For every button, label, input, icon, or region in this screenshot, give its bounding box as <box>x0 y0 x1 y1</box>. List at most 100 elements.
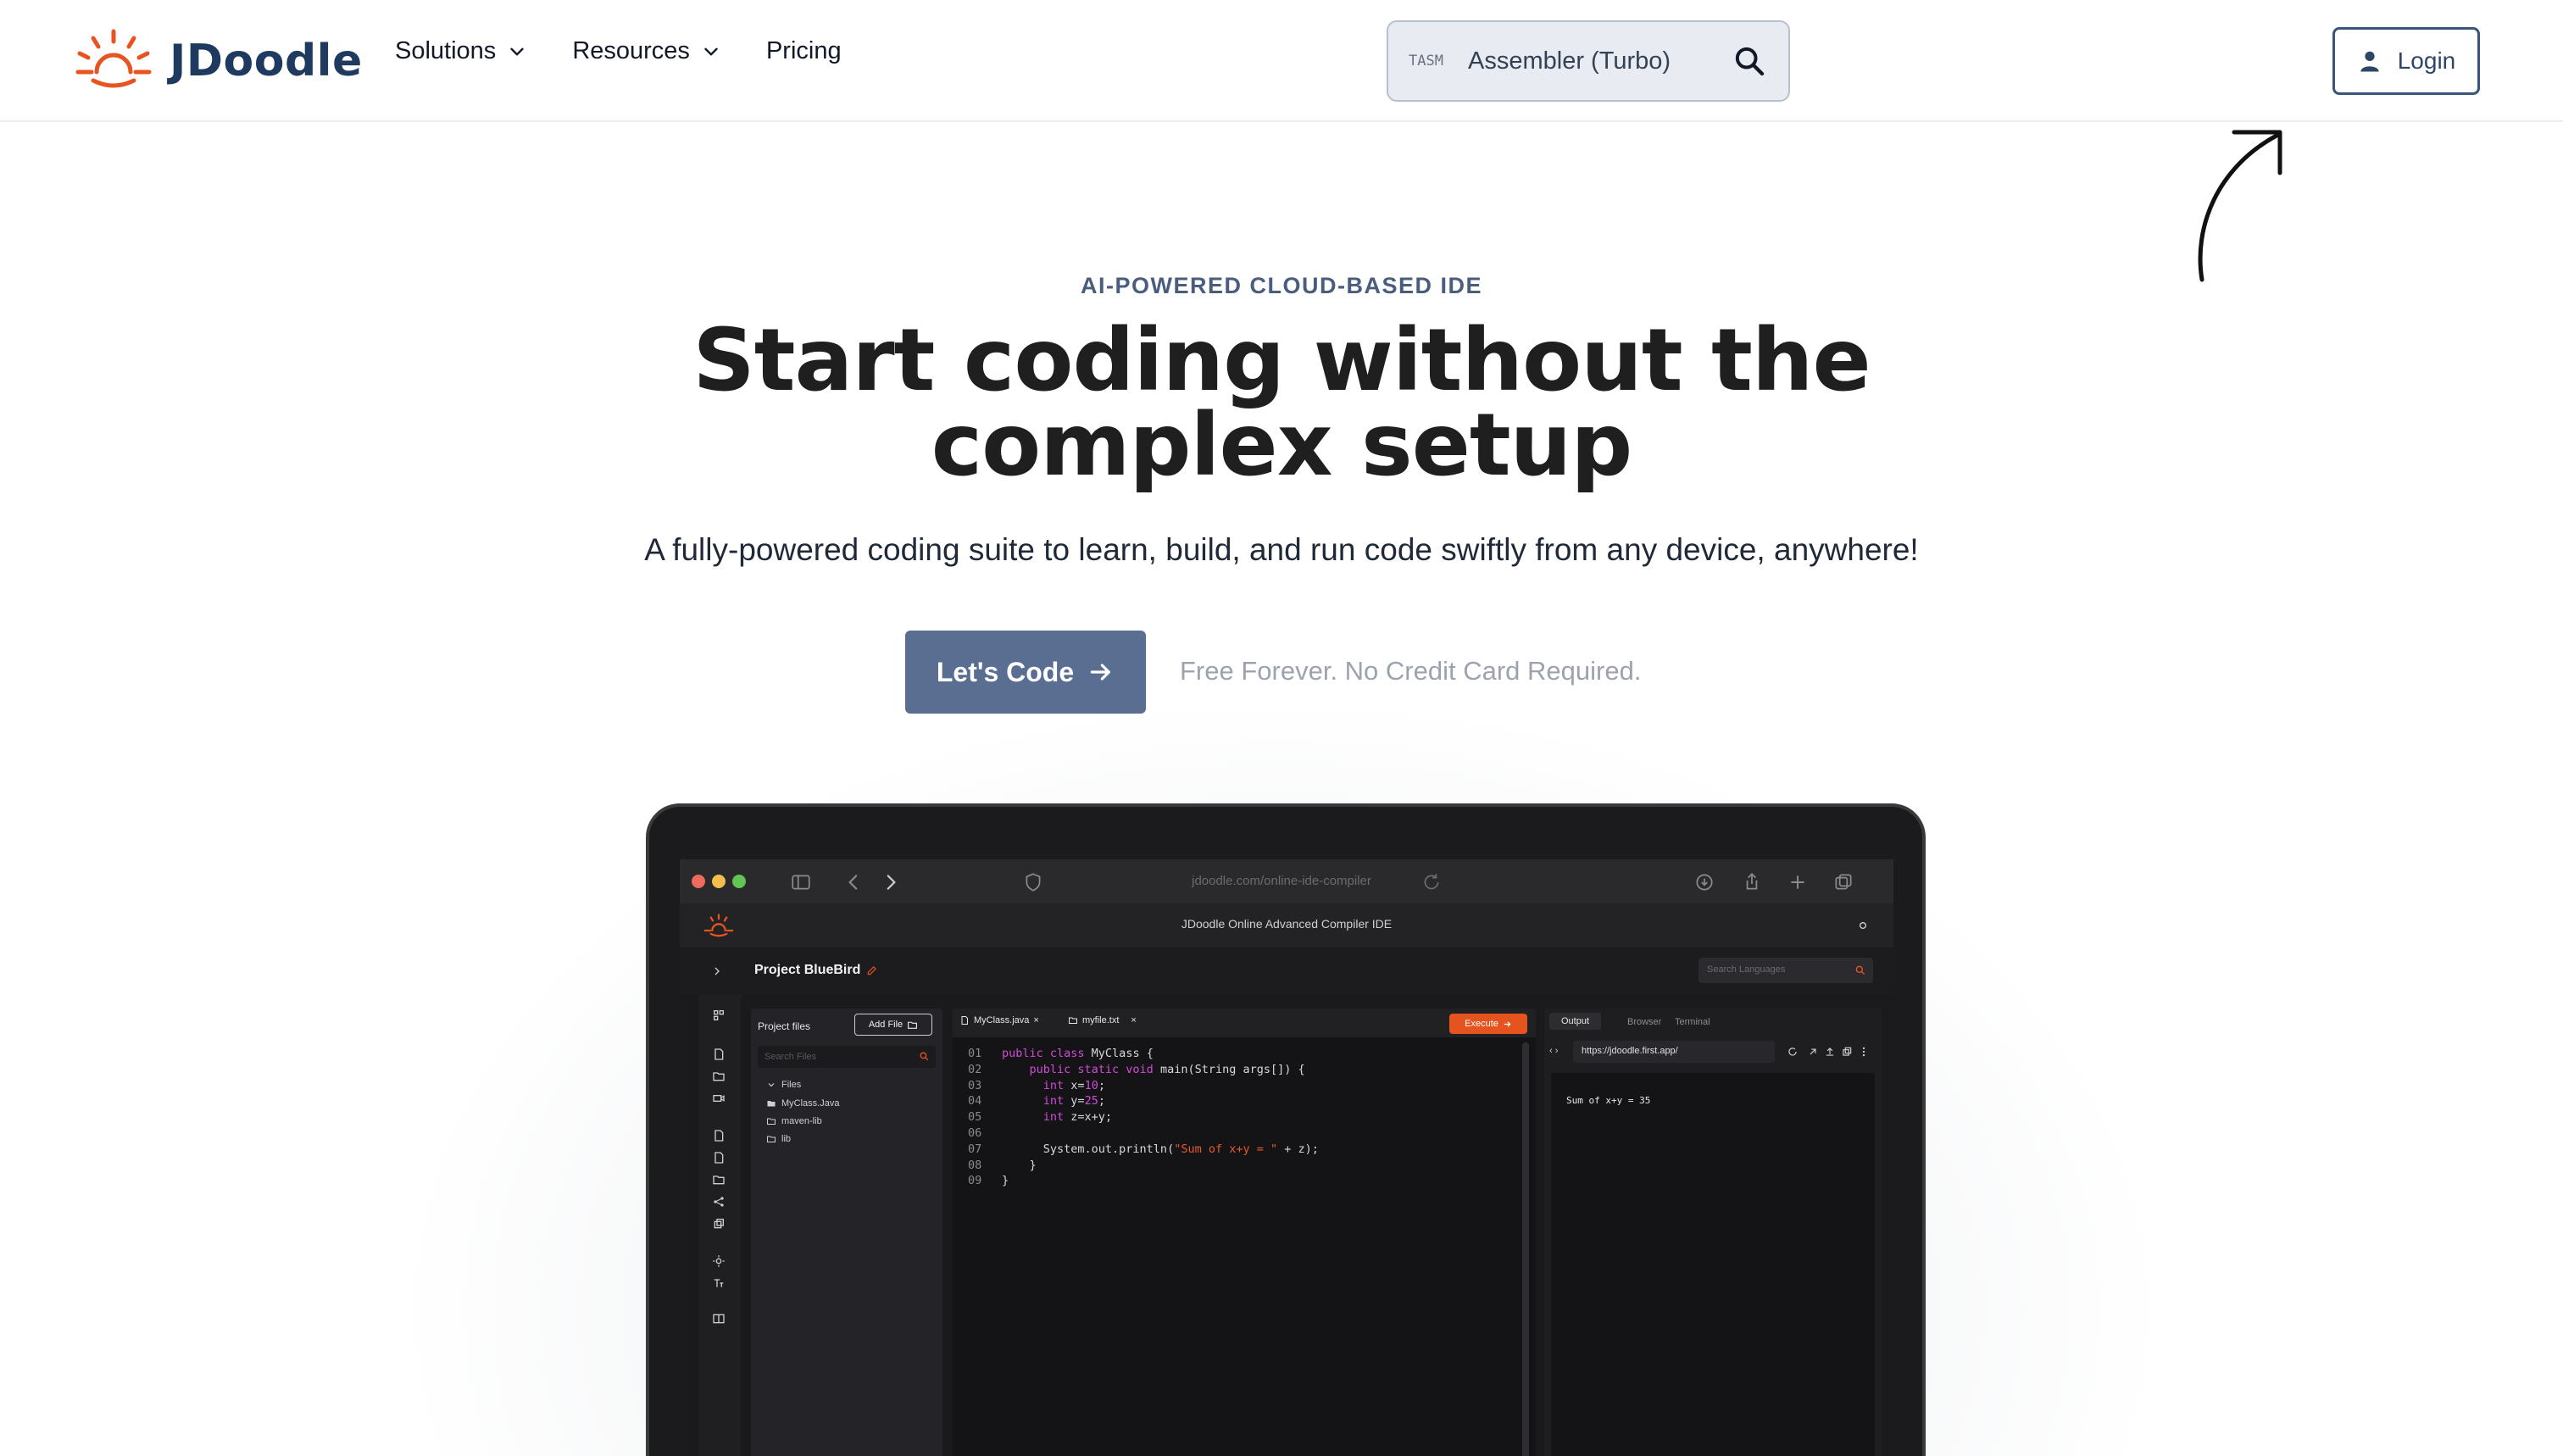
book-icon[interactable] <box>712 1312 726 1325</box>
duplicate-icon[interactable] <box>712 1217 726 1231</box>
edit-icon <box>867 966 876 975</box>
file-search-placeholder: Search Files <box>764 1052 817 1062</box>
nav-label: Solutions <box>395 37 497 64</box>
nav-label: Resources <box>572 37 690 64</box>
language-search-input[interactable]: TASM Assembler (Turbo) <box>1387 20 1790 102</box>
settings-icon <box>1860 922 1866 929</box>
file-icon[interactable] <box>712 1048 726 1061</box>
browser-toolbar: jdoodle.com/online-ide-compiler <box>680 859 1893 903</box>
cta-label: Let's Code <box>936 656 1075 687</box>
apps-icon[interactable] <box>712 1009 726 1022</box>
hand-drawn-arrow-icon <box>2198 130 2282 282</box>
laptop-screen: jdoodle.com/online-ide-compiler JDoodle … <box>680 859 1893 1456</box>
hero-eyebrow: AI-POWERED CLOUD-BASED IDE <box>1080 273 1482 298</box>
add-folder-icon <box>908 1021 918 1029</box>
search-icon <box>1855 965 1865 975</box>
tab-browser[interactable]: Browser <box>1627 1017 1661 1027</box>
back-icon[interactable]: ‹ › <box>1549 1046 1561 1058</box>
site-header: JDoodle Solutions Resources Pricing TASM… <box>0 0 2563 122</box>
login-button[interactable]: Login <box>2332 27 2480 95</box>
add-file-button[interactable]: Add File <box>854 1014 932 1036</box>
project-files-panel: Project files Add File Search Files File… <box>751 1009 942 1456</box>
ide-icon-rail <box>698 995 741 1456</box>
new-tab-icon <box>1791 875 1804 889</box>
cta-note: Free Forever. No Credit Card Required. <box>1180 656 1642 686</box>
open-folder-icon[interactable] <box>712 1173 726 1186</box>
execute-button[interactable]: Execute <box>1449 1014 1527 1034</box>
tab-output[interactable]: Output <box>1549 1013 1602 1030</box>
tab-label: myfile.txt <box>1082 1015 1120 1025</box>
nav-item-resources[interactable]: Resources <box>572 37 722 65</box>
brand-name: JDoodle <box>170 36 363 86</box>
jdoodle-logo[interactable]: JDoodle <box>73 25 363 97</box>
ide-language-search[interactable]: Search Languages <box>1698 958 1873 983</box>
nav-item-solutions[interactable]: Solutions <box>395 37 528 65</box>
folder-icon <box>767 1118 776 1125</box>
editor-scrollbar[interactable] <box>1522 1042 1529 1456</box>
document-icon[interactable] <box>712 1129 726 1142</box>
copy-file-icon[interactable] <box>712 1151 726 1164</box>
tab-label: MyClass.java <box>974 1015 1030 1025</box>
share-icon <box>1746 873 1758 890</box>
tab-myfile-txt[interactable]: myfile.txt × <box>1068 1015 1137 1025</box>
hero-headline: Start coding without the complex setup <box>0 310 2563 496</box>
laptop-mockup: jdoodle.com/online-ide-compiler JDoodle … <box>646 803 1926 1456</box>
language-search-placeholder: Search Languages <box>1707 964 1786 975</box>
tree-item-myclass[interactable]: MyClass.Java <box>766 1098 839 1109</box>
sunrise-logo-icon <box>75 29 152 88</box>
tree-label: Files <box>781 1080 802 1090</box>
tab-terminal[interactable]: Terminal <box>1675 1017 1710 1027</box>
tab-myclass-java[interactable]: MyClass.java × <box>959 1015 1039 1025</box>
minimize-dot-icon <box>712 875 726 888</box>
nav-item-pricing[interactable]: Pricing <box>766 37 842 65</box>
open-external-icon[interactable] <box>1807 1046 1819 1058</box>
search-value: Assembler (Turbo) <box>1468 47 1671 75</box>
arrow-right-icon <box>1090 664 1111 681</box>
output-url[interactable]: https://jdoodle.first.app/ <box>1573 1041 1775 1063</box>
headline-line-2: complex setup <box>931 395 1633 496</box>
share-nodes-icon[interactable] <box>712 1195 726 1209</box>
nav-label: Pricing <box>765 37 842 64</box>
back-icon <box>848 875 858 890</box>
search-icon[interactable] <box>1732 44 1766 78</box>
output-panel: Output Browser Terminal ‹ › https://jdoo… <box>1544 1009 1882 1456</box>
folder-icon <box>767 1136 776 1142</box>
shield-icon <box>1026 873 1041 892</box>
tree-item-maven-lib[interactable]: maven-lib <box>766 1116 822 1126</box>
video-icon[interactable] <box>712 1092 726 1105</box>
tree-root-files[interactable]: Files <box>766 1080 801 1090</box>
maximize-dot-icon <box>732 875 746 888</box>
language-tag: TASM <box>1409 53 1443 69</box>
file-search-input[interactable]: Search Files <box>758 1046 936 1068</box>
headline-line-1: Start coding without the <box>692 310 1871 411</box>
theme-sun-icon[interactable] <box>712 1254 726 1268</box>
arrow-right-icon <box>1504 1020 1511 1027</box>
tree-label: lib <box>781 1134 792 1144</box>
folder-filled-icon <box>767 1101 776 1107</box>
search-icon <box>920 1052 929 1061</box>
folder-icon <box>1069 1017 1077 1024</box>
upload-icon[interactable] <box>1824 1046 1836 1058</box>
chevron-down-icon <box>704 47 718 55</box>
main-nav: Solutions Resources Pricing <box>395 37 886 65</box>
execute-label: Execute <box>1465 1019 1498 1029</box>
lets-code-button[interactable]: Let's Code <box>905 631 1146 714</box>
output-console: Sum of x+y = 35 <box>1551 1073 1875 1456</box>
chevron-down-icon <box>510 47 525 55</box>
browser-url: jdoodle.com/online-ide-compiler <box>1192 874 1371 888</box>
font-size-icon[interactable] <box>712 1276 726 1290</box>
close-icon[interactable]: × <box>1033 1015 1038 1025</box>
project-files-title: Project files <box>758 1020 811 1032</box>
output-result: Sum of x+y = 35 <box>1566 1095 1651 1106</box>
close-icon[interactable]: × <box>1131 1015 1136 1025</box>
tree-item-lib[interactable]: lib <box>766 1134 791 1144</box>
copy-icon[interactable] <box>1841 1046 1853 1058</box>
reload-icon[interactable] <box>1787 1046 1799 1058</box>
project-bar: Project BlueBird Search Languages <box>680 948 1893 995</box>
more-vertical-icon[interactable] <box>1858 1046 1870 1058</box>
code-editor[interactable]: MyClass.java × myfile.txt × Execute 01 pu… <box>953 1009 1536 1456</box>
tree-label: maven-lib <box>781 1116 822 1126</box>
folder-icon[interactable] <box>712 1070 726 1083</box>
tabs-overview-icon <box>1835 874 1852 890</box>
sidebar-toggle-icon <box>792 875 810 890</box>
